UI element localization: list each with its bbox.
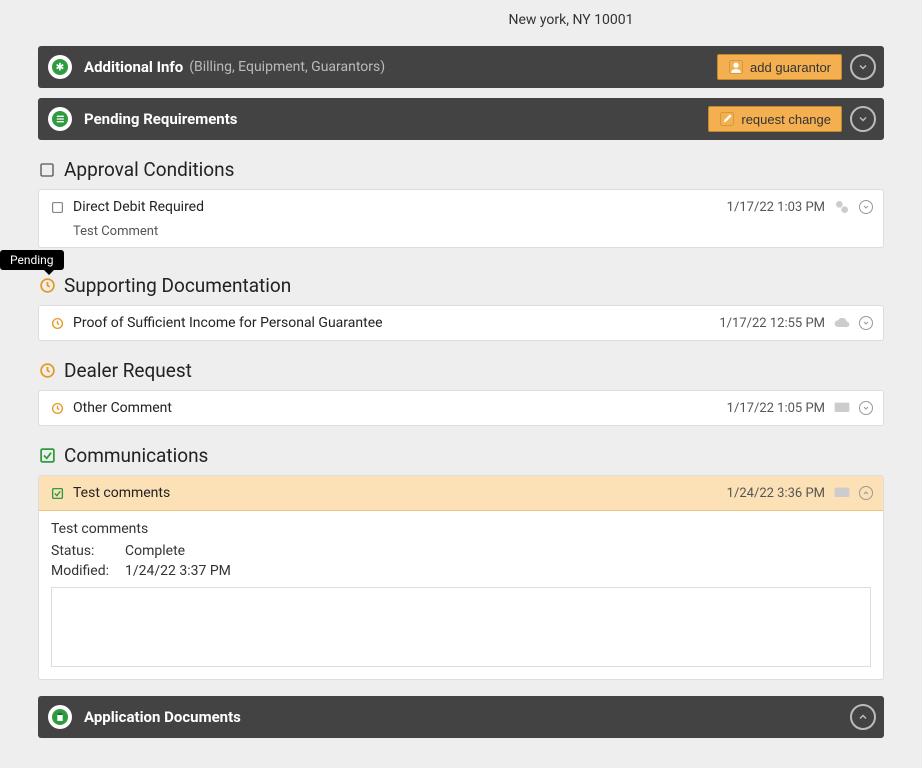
cloud-upload-icon[interactable] [833, 314, 851, 332]
checkbox-checked-icon [38, 447, 56, 465]
comms-item-title: Test comments [73, 485, 170, 501]
clock-icon [49, 315, 65, 331]
pending-tooltip: Pending [0, 250, 64, 270]
request-change-label: request change [741, 112, 831, 127]
checkbox-checked-icon [49, 485, 65, 501]
supporting-doc-heading: Supporting Documentation [38, 274, 884, 297]
comms-status-label: Status: [51, 543, 125, 559]
comms-modified-value: 1/24/22 3:37 PM [125, 563, 231, 579]
pending-requirements-title: Pending Requirements [84, 110, 237, 128]
application-documents-title: Application Documents [84, 708, 241, 726]
approval-item-title: Direct Debit Required [73, 199, 204, 215]
additional-info-subtitle: (Billing, Equipment, Guarantors) [189, 59, 385, 75]
approval-item-toggle[interactable] [859, 200, 873, 214]
dealer-request-title: Dealer Request [64, 359, 192, 382]
gears-icon[interactable] [833, 198, 851, 216]
approval-item-comment: Test Comment [39, 224, 883, 247]
svg-text:✱: ✱ [56, 60, 65, 73]
supporting-item-toggle[interactable] [859, 316, 873, 330]
dealer-request-heading: Dealer Request [38, 359, 884, 382]
pending-expand-toggle[interactable] [850, 106, 876, 132]
clock-icon [49, 400, 65, 416]
comms-detail-title: Test comments [51, 521, 871, 537]
supporting-doc-title: Supporting Documentation [64, 274, 291, 297]
pending-requirements-panel: Pending Requirements request change [38, 98, 884, 140]
supporting-item-time: 1/17/22 12:55 PM [719, 316, 825, 331]
asterisk-icon: ✱ [48, 55, 72, 79]
comms-item-time: 1/24/22 3:36 PM [727, 486, 825, 501]
clock-icon [38, 277, 56, 295]
comms-item-toggle[interactable] [859, 486, 873, 500]
comms-text-area[interactable] [51, 587, 871, 667]
clock-icon [38, 362, 56, 380]
supporting-item-title: Proof of Sufficient Income for Personal … [73, 315, 383, 331]
address-line: New york, NY 10001 [258, 0, 884, 46]
keyboard-icon[interactable] [833, 399, 851, 417]
keyboard-icon[interactable] [833, 484, 851, 502]
person-icon [728, 59, 744, 75]
comms-modified-label: Modified: [51, 563, 125, 579]
additional-info-title: Additional Info [84, 58, 183, 76]
dealer-item: Other Comment 1/17/22 1:05 PM [38, 390, 884, 426]
approval-conditions-heading: Approval Conditions [38, 158, 884, 181]
communications-heading: Communications [38, 444, 884, 467]
dealer-item-title: Other Comment [73, 400, 172, 416]
document-icon [48, 705, 72, 729]
approval-item-time: 1/17/22 1:03 PM [727, 200, 825, 215]
checkbox-empty-icon [38, 161, 56, 179]
add-guarantor-button[interactable]: add guarantor [717, 54, 842, 80]
documents-collapse-toggle[interactable] [850, 704, 876, 730]
comms-item: Test comments 1/24/22 3:36 PM Test comme… [38, 475, 884, 680]
supporting-item: Proof of Sufficient Income for Personal … [38, 305, 884, 341]
approval-item: Direct Debit Required 1/17/22 1:03 PM Te… [38, 189, 884, 248]
application-documents-panel: Application Documents [38, 696, 884, 738]
additional-info-panel: ✱ Additional Info (Billing, Equipment, G… [38, 46, 884, 88]
dealer-item-time: 1/17/22 1:05 PM [727, 401, 825, 416]
approval-conditions-title: Approval Conditions [64, 158, 234, 181]
pencil-icon [719, 111, 735, 127]
communications-title: Communications [64, 444, 208, 467]
additional-expand-toggle[interactable] [850, 54, 876, 80]
checkbox-empty-icon[interactable] [49, 199, 65, 215]
dealer-item-toggle[interactable] [859, 401, 873, 415]
add-guarantor-label: add guarantor [750, 60, 831, 75]
comms-status-value: Complete [125, 543, 185, 559]
list-icon [48, 107, 72, 131]
request-change-button[interactable]: request change [708, 106, 842, 132]
